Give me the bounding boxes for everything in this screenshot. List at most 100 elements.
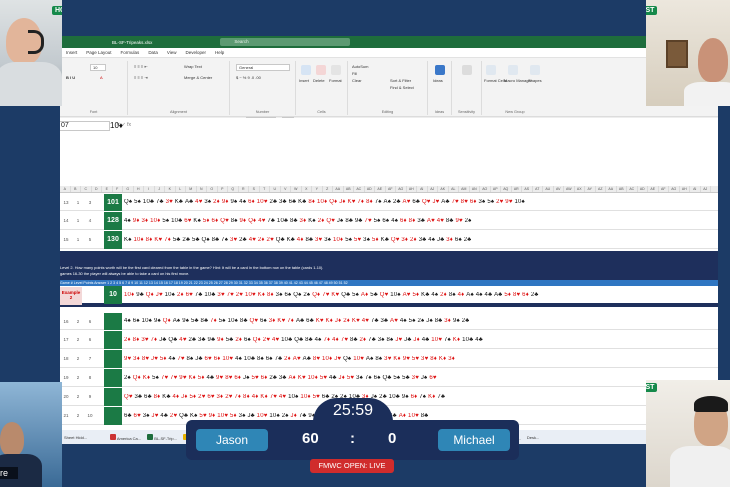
align-icons[interactable]: ≡ ≡ ≡ ⇤ — [134, 64, 148, 69]
wrap-text-button[interactable]: Wrap Text — [184, 64, 202, 69]
sensitivity-icon[interactable] — [462, 65, 472, 75]
column-header[interactable]: AF — [386, 186, 396, 192]
clear-button[interactable]: Clear — [352, 78, 362, 83]
table-row[interactable]: 18 2 7 9♥ 3♦ 8♥ J♥ 5♦ 4♠ 7♥ 8♠ J♣ 6♥ 6♦ 10… — [60, 349, 718, 368]
tab-view[interactable]: View — [167, 50, 177, 55]
taskbar-item[interactable]: BL-SF-Trip... — [147, 433, 177, 441]
column-header[interactable]: AI — [690, 186, 701, 192]
column-header[interactable]: AT — [533, 186, 543, 192]
column-header[interactable]: AQ — [501, 186, 512, 192]
taskbar-item[interactable]: America Ca... — [110, 433, 141, 441]
column-header[interactable]: AG — [396, 186, 407, 192]
column-header[interactable]: G — [123, 186, 134, 192]
column-header[interactable]: R — [239, 186, 249, 192]
column-header[interactable]: V — [281, 186, 291, 192]
column-header[interactable]: K — [165, 186, 176, 192]
column-header[interactable]: AH — [407, 186, 417, 192]
font-size-box[interactable]: 10 — [90, 64, 106, 71]
sort-filter-button[interactable]: Sort & Filter — [390, 78, 411, 83]
column-header[interactable]: AI — [417, 186, 428, 192]
column-header[interactable]: X — [302, 186, 312, 192]
table-row[interactable]: 19 2 8 2♠ Q♦ K♦ 5♠ 7♥ 7♥ 9♥ K♦ 5♦ 4♣ 9♥ 8♥… — [60, 368, 718, 387]
column-header[interactable]: F — [113, 186, 123, 192]
find-select-button[interactable]: Find & Select — [390, 85, 414, 90]
column-header[interactable]: U — [270, 186, 281, 192]
column-header[interactable]: J — [155, 186, 165, 192]
number-format-box[interactable]: General — [236, 64, 290, 71]
column-header[interactable]: A — [60, 186, 71, 192]
search-box[interactable]: Search — [220, 38, 351, 46]
tab-data[interactable]: Data — [148, 50, 158, 55]
format-cells-icon[interactable] — [486, 65, 496, 75]
column-header[interactable]: Z — [323, 186, 333, 192]
column-header[interactable]: AJ — [428, 186, 438, 192]
taskbar-item[interactable]: Desk... — [527, 435, 539, 440]
column-header[interactable]: B — [71, 186, 81, 192]
table-row[interactable]: 15 1 5 130 K♠ 10♦ 8♦ K♥ 7♦ 5♣ 2♣ 5♣ Q♠ 8♣ … — [60, 230, 718, 249]
column-header[interactable]: AB — [344, 186, 354, 192]
delete-icon[interactable] — [316, 65, 326, 75]
column-header[interactable]: AW — [564, 186, 575, 192]
column-header[interactable]: N — [197, 186, 207, 192]
column-header[interactable]: AV — [554, 186, 564, 192]
column-header[interactable]: L — [176, 186, 186, 192]
column-header[interactable]: AP — [491, 186, 501, 192]
column-header[interactable]: AF — [659, 186, 669, 192]
column-header[interactable]: AE — [375, 186, 386, 192]
column-header[interactable]: D — [92, 186, 102, 192]
column-header[interactable]: AY — [585, 186, 596, 192]
tab-page-layout[interactable]: Page Layout — [86, 50, 111, 55]
fill-button[interactable]: Fill — [352, 71, 357, 76]
column-header[interactable]: P — [218, 186, 228, 192]
column-header[interactable]: O — [207, 186, 218, 192]
column-header[interactable]: AK — [438, 186, 449, 192]
column-header[interactable]: T — [260, 186, 270, 192]
column-header[interactable]: AB — [617, 186, 627, 192]
table-row[interactable]: 14 1 4 128 4♠ 9♦ 3♦ 10♦ 5♠ 10♣ 6♥ K♠ 5♦ 6♦… — [60, 211, 718, 230]
column-header[interactable]: M — [186, 186, 197, 192]
column-header[interactable]: AD — [638, 186, 648, 192]
column-header[interactable]: AL — [449, 186, 459, 192]
macro-icon[interactable] — [508, 65, 518, 75]
column-header[interactable]: I — [144, 186, 155, 192]
name-box[interactable]: 07 — [60, 121, 110, 131]
column-header[interactable]: W — [291, 186, 302, 192]
tab-formulas[interactable]: Formulas — [121, 50, 140, 55]
column-header[interactable]: AX — [575, 186, 585, 192]
table-row[interactable]: 17 2 6 2♦ 8♦ 3♥ 7♦ J♣ Q♣ 4♥ 2♣ 3♣ 9♣ 9♦ 5♣… — [60, 330, 718, 349]
spreadsheet-grid[interactable]: A B C D E F G H I J K L M N O P Q R S T U V W X Y Z AA AB AC AD AE AF AG… — [60, 186, 718, 436]
merge-center-button[interactable]: Merge & Center — [184, 75, 212, 80]
column-header[interactable]: AA — [606, 186, 617, 192]
column-header[interactable]: Q — [228, 186, 239, 192]
ideas-icon[interactable] — [435, 65, 445, 75]
column-header[interactable]: AG — [669, 186, 680, 192]
column-header[interactable]: AR — [512, 186, 522, 192]
column-header[interactable]: AO — [480, 186, 491, 192]
table-row[interactable]: 20 2 9 Q♥ 3♣ 6♣ 8♦ K♣ 4♦ J♦ 5♦ 2♥ 6♥ 3♦ 2♥… — [60, 387, 718, 406]
column-header[interactable]: AS — [522, 186, 533, 192]
column-header[interactable]: E — [102, 186, 113, 192]
column-header[interactable]: H — [134, 186, 144, 192]
format-icon[interactable] — [331, 65, 341, 75]
column-header[interactable]: AC — [354, 186, 365, 192]
table-row[interactable]: 16 2 6 4♠ 6♠ 10♠ 9♠ Q♦ A♠ 9♠ 5♣ 8♣ 7♦ 5♠ 1… — [60, 312, 718, 330]
column-header[interactable]: C — [81, 186, 92, 192]
column-header[interactable]: AC — [627, 186, 638, 192]
tab-developer[interactable]: Developer — [186, 50, 207, 55]
column-header[interactable]: AE — [648, 186, 659, 192]
column-header[interactable]: S — [249, 186, 260, 192]
tab-help[interactable]: Help — [215, 50, 224, 55]
table-row[interactable]: 13 1 3 101 Q♠ 5♠ 10♣ 7♣ 3♥ K♣ A♣ 4♥ 3♠ 2♦ … — [60, 193, 718, 211]
indent-icons[interactable]: ≡ ≡ ≡ ⇥ — [134, 75, 148, 80]
formula-input[interactable]: 10♦ — [110, 121, 123, 130]
insert-icon[interactable] — [301, 65, 311, 75]
column-header[interactable]: AZ — [596, 186, 606, 192]
column-header[interactable]: AD — [365, 186, 375, 192]
tab-insert[interactable]: Insert — [66, 50, 77, 55]
shapes-icon[interactable] — [530, 65, 540, 75]
autosum-button[interactable]: AutoSum — [352, 64, 368, 69]
example-row[interactable]: Example 2 10 10♦ 9♣ Q♦ J♥ 10♠ 2♦ 6♥ 7♣ 1… — [60, 286, 718, 307]
column-header[interactable]: AJ — [701, 186, 711, 192]
column-header[interactable]: AU — [543, 186, 554, 192]
sheet-tab[interactable]: Sheet Hidd... — [64, 435, 104, 440]
